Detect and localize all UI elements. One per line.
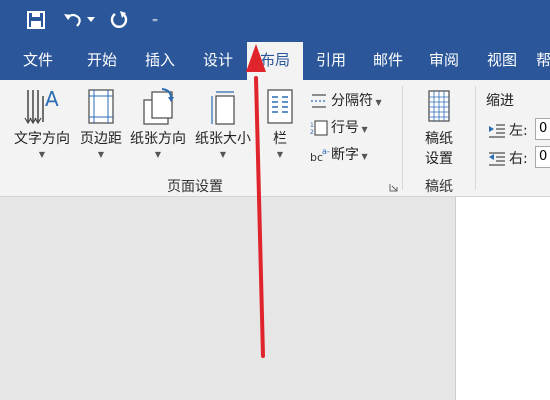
- group-divider: [402, 86, 403, 190]
- manuscript-paper-icon: [428, 90, 450, 122]
- tab-references[interactable]: 引用: [303, 40, 359, 80]
- tab-design[interactable]: 设计: [190, 40, 246, 80]
- chevron-down-icon: ▼: [97, 150, 105, 159]
- breaks-label: 分隔符: [331, 93, 373, 109]
- undo-icon[interactable]: [62, 9, 84, 31]
- indent-right-input[interactable]: 0: [535, 146, 550, 168]
- tab-help[interactable]: 帮: [530, 40, 550, 80]
- undo-dropdown-icon[interactable]: [87, 16, 95, 24]
- group-divider: [475, 86, 476, 190]
- tab-home[interactable]: 开始: [74, 40, 130, 80]
- indent-right: 右:: [488, 148, 528, 168]
- page-size-icon: [211, 91, 235, 125]
- line-numbers-button[interactable]: 1 2 行号 ▼: [310, 117, 368, 137]
- document-page[interactable]: [455, 197, 550, 400]
- page-setup-group-label: 页面设置: [167, 179, 223, 195]
- tab-insert[interactable]: 插入: [132, 40, 188, 80]
- customize-quick-access-icon[interactable]: ⁼: [148, 10, 162, 34]
- manuscript-label-line1: 稿纸: [425, 131, 453, 147]
- chevron-down-icon: ▼: [219, 150, 227, 159]
- tab-file[interactable]: 文件: [10, 40, 66, 80]
- indent-right-icon: [489, 152, 505, 166]
- chevron-down-icon: ▼: [38, 150, 46, 159]
- orientation-icon: [143, 88, 174, 125]
- manuscript-group-label: 稿纸: [425, 179, 453, 195]
- indent-left: 左:: [488, 120, 528, 140]
- dialog-launcher-icon[interactable]: [389, 183, 398, 192]
- indent-title: 缩进: [486, 93, 514, 109]
- line-numbers-label: 行号: [331, 120, 359, 136]
- hyphenation-label: 断字: [331, 147, 359, 163]
- redo-icon[interactable]: [108, 9, 130, 31]
- columns-label: 栏: [273, 131, 287, 147]
- size-label: 纸张大小: [195, 131, 251, 147]
- svg-text:2: 2: [310, 129, 314, 136]
- tab-layout[interactable]: 布局: [247, 42, 303, 80]
- hyphenation-button[interactable]: bc a- 断字 ▼: [310, 144, 368, 164]
- chevron-down-icon: ▼: [154, 150, 162, 159]
- margins-label: 页边距: [80, 131, 122, 147]
- svg-text:A: A: [45, 88, 59, 111]
- svg-text:1: 1: [310, 122, 314, 129]
- indent-left-label: 左:: [509, 123, 528, 139]
- hyphenation-icon: bc a-: [310, 147, 330, 164]
- tab-review[interactable]: 审阅: [416, 40, 472, 80]
- indent-left-input[interactable]: 0: [535, 118, 550, 140]
- ribbon-tabs: 文件 开始 插入 设计 布局 引用 邮件 审阅 视图 帮: [0, 40, 550, 80]
- chevron-down-icon: ▼: [373, 98, 382, 107]
- indent-right-label: 右:: [509, 151, 528, 167]
- margins-button[interactable]: 页边距 ▼: [76, 88, 126, 159]
- size-button[interactable]: 纸张大小 ▼: [192, 88, 254, 159]
- orientation-button[interactable]: 纸张方向 ▼: [126, 88, 190, 159]
- text-direction-icon: A: [24, 88, 59, 125]
- breaks-icon: [311, 94, 327, 108]
- tab-mailings[interactable]: 邮件: [360, 40, 416, 80]
- text-direction-label: 文字方向: [14, 131, 70, 147]
- manuscript-label-line2: 设置: [425, 151, 453, 167]
- line-numbers-icon: 1 2: [310, 120, 328, 136]
- ribbon-panel: A 文字方向 ▼ 页边距 ▼ 纸张方向 ▼ 纸张大小 ▼ 栏 ▼ 分隔符 ▼ 1…: [0, 80, 550, 197]
- text-direction-button[interactable]: A 文字方向 ▼: [10, 88, 74, 159]
- margins-icon: [88, 89, 114, 124]
- chevron-down-icon: ▼: [276, 150, 284, 159]
- columns-icon: [267, 89, 293, 124]
- orientation-label: 纸张方向: [130, 131, 186, 147]
- breaks-button[interactable]: 分隔符 ▼: [310, 90, 382, 110]
- svg-text:a-: a-: [322, 147, 330, 156]
- title-bar: ⁼: [0, 0, 550, 40]
- tab-view[interactable]: 视图: [474, 40, 530, 80]
- indent-left-icon: [489, 124, 505, 138]
- columns-button[interactable]: 栏 ▼: [262, 88, 298, 159]
- save-icon[interactable]: [25, 9, 47, 31]
- chevron-down-icon: ▼: [359, 125, 368, 134]
- chevron-down-icon: ▼: [359, 152, 368, 161]
- manuscript-settings-button[interactable]: 稿纸 设置: [416, 88, 462, 168]
